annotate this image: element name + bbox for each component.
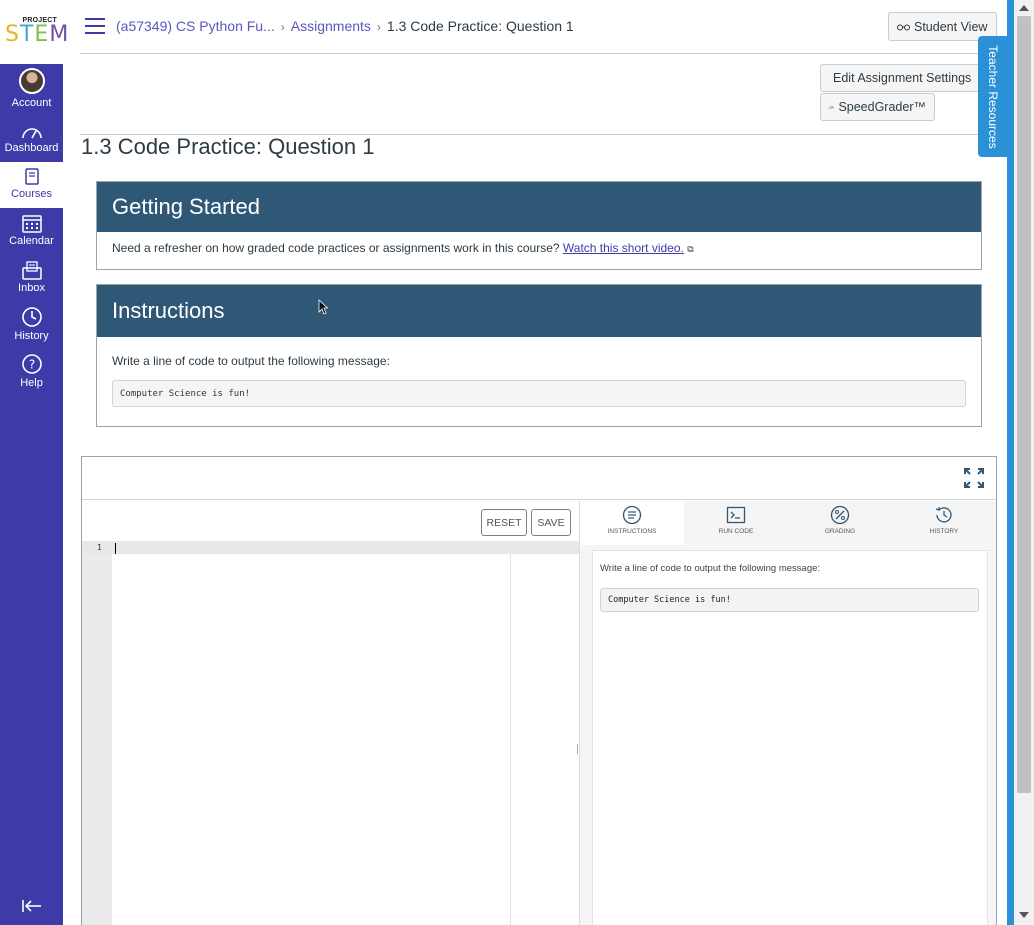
nav-courses-label: Courses <box>11 188 52 200</box>
nav-dashboard[interactable]: Dashboard <box>0 124 63 154</box>
nav-history[interactable]: History <box>0 306 63 342</box>
nav-courses[interactable]: Courses <box>0 162 63 208</box>
external-link-icon: ⧉ <box>687 244 694 254</box>
save-button[interactable]: SAVE <box>531 509 571 536</box>
tab-grading-label: GRADING <box>824 528 856 535</box>
nav-history-label: History <box>14 330 49 342</box>
instructions-heading: Instructions <box>97 285 981 337</box>
edit-assignment-settings-label: Edit Assignment Settings <box>833 71 972 85</box>
nav-inbox-label: Inbox <box>18 282 45 294</box>
ide-side-panel: INSTRUCTIONS RUN CODE GRADING HISTORY Wr… <box>580 501 996 925</box>
active-line-highlight <box>82 541 579 554</box>
terminal-icon <box>726 506 746 524</box>
avatar <box>18 68 45 94</box>
logo-stem-text: STEM <box>5 22 70 47</box>
tab-run-code[interactable]: RUN CODE <box>684 501 788 545</box>
nav-account[interactable]: Account <box>0 68 63 109</box>
calendar-icon <box>21 215 42 233</box>
student-view-label: Student View <box>914 19 988 34</box>
getting-started-panel: Getting Started Need a refresher on how … <box>96 181 982 270</box>
reset-button[interactable]: RESET <box>481 509 527 536</box>
inbox-icon <box>21 261 42 280</box>
scroll-up-icon[interactable] <box>1019 5 1029 11</box>
getting-started-text: Need a refresher on how graded code prac… <box>112 241 560 255</box>
chevron-right-icon: › <box>376 20 381 34</box>
instructions-code-sample: Computer Science is fun! <box>112 380 966 407</box>
speedgrader-button[interactable]: SpeedGrader™ <box>820 93 935 121</box>
glasses-icon <box>897 24 910 30</box>
dashboard-icon <box>21 128 42 139</box>
scroll-down-icon[interactable] <box>1019 912 1029 918</box>
history-icon <box>935 507 952 523</box>
tab-history[interactable]: HISTORY <box>892 501 996 545</box>
getting-started-heading: Getting Started <box>97 182 981 232</box>
watch-video-link[interactable]: Watch this short video. <box>563 241 684 255</box>
teacher-resources-edge <box>1007 0 1014 925</box>
collapse-nav-button[interactable] <box>0 898 63 916</box>
percent-badge-icon <box>830 505 850 525</box>
code-ide: RESET SAVE 1 INSTRUCTIONS RUN CODE GRADI… <box>81 456 997 925</box>
speedgrader-label: SpeedGrader™ <box>838 100 926 114</box>
help-icon: ? <box>21 354 42 374</box>
code-editor[interactable]: RESET SAVE 1 <box>82 501 579 925</box>
global-nav: PROJECT STEM Account Dashboard Courses C… <box>0 0 68 925</box>
mouse-pointer-icon <box>318 299 328 315</box>
collapse-arrow-icon <box>21 900 41 912</box>
nav-inbox[interactable]: Inbox <box>0 261 63 294</box>
teacher-resources-label: Teacher Resources <box>985 44 1000 149</box>
edit-assignment-settings-button[interactable]: Edit Assignment Settings <box>820 64 980 92</box>
chevron-right-icon: › <box>280 20 285 34</box>
nav-calendar[interactable]: Calendar <box>0 214 63 247</box>
tab-instructions[interactable]: INSTRUCTIONS <box>580 501 684 545</box>
page-title: 1.3 Code Practice: Question 1 <box>81 134 375 159</box>
nav-calendar-label: Calendar <box>9 235 54 247</box>
line-number: 1 <box>97 543 102 552</box>
courses-icon <box>24 168 39 185</box>
speedgrader-icon <box>829 105 835 109</box>
nav-help-label: Help <box>20 377 43 389</box>
breadcrumb-assignments-link[interactable]: Assignments <box>291 18 371 34</box>
history-clock-icon <box>21 307 42 327</box>
fullscreen-icon[interactable] <box>964 468 984 488</box>
instructions-card-code: Computer Science is fun! <box>600 588 979 612</box>
tab-grading[interactable]: GRADING <box>788 501 892 545</box>
breadcrumb: (a57349) CS Python Fu... › Assignments › 1.3… <box>116 18 574 34</box>
nav-help[interactable]: ? Help <box>0 353 63 389</box>
line-gutter <box>82 541 112 925</box>
nav-account-label: Account <box>11 97 52 109</box>
tab-instructions-label: INSTRUCTIONS <box>607 528 657 535</box>
tab-history-label: HISTORY <box>929 528 959 535</box>
breadcrumb-course-link[interactable]: (a57349) CS Python Fu... <box>116 18 275 34</box>
breadcrumb-current: 1.3 Code Practice: Question 1 <box>386 18 574 34</box>
nav-dashboard-label: Dashboard <box>4 142 59 154</box>
scrollbar-thumb[interactable] <box>1017 16 1031 793</box>
tab-run-code-label: RUN CODE <box>718 528 754 535</box>
svg-text:?: ? <box>28 358 34 372</box>
text-cursor <box>115 543 116 554</box>
hamburger-menu-button[interactable] <box>85 18 105 34</box>
project-stem-logo[interactable]: PROJECT STEM <box>0 0 68 64</box>
instructions-panel: Instructions Write a line of code to out… <box>96 284 982 427</box>
header-divider <box>80 53 1006 54</box>
instructions-list-icon <box>622 505 642 525</box>
instructions-card-text: Write a line of code to output the follo… <box>600 563 821 574</box>
page-scrollbar[interactable] <box>1014 0 1034 925</box>
teacher-resources-tab[interactable]: Teacher Resources <box>978 36 1007 157</box>
getting-started-body: Need a refresher on how graded code prac… <box>97 232 981 255</box>
ide-toolbar <box>82 457 996 500</box>
print-margin <box>510 554 511 925</box>
instructions-card: Write a line of code to output the follo… <box>592 550 988 925</box>
instructions-text: Write a line of code to output the follo… <box>112 354 390 368</box>
